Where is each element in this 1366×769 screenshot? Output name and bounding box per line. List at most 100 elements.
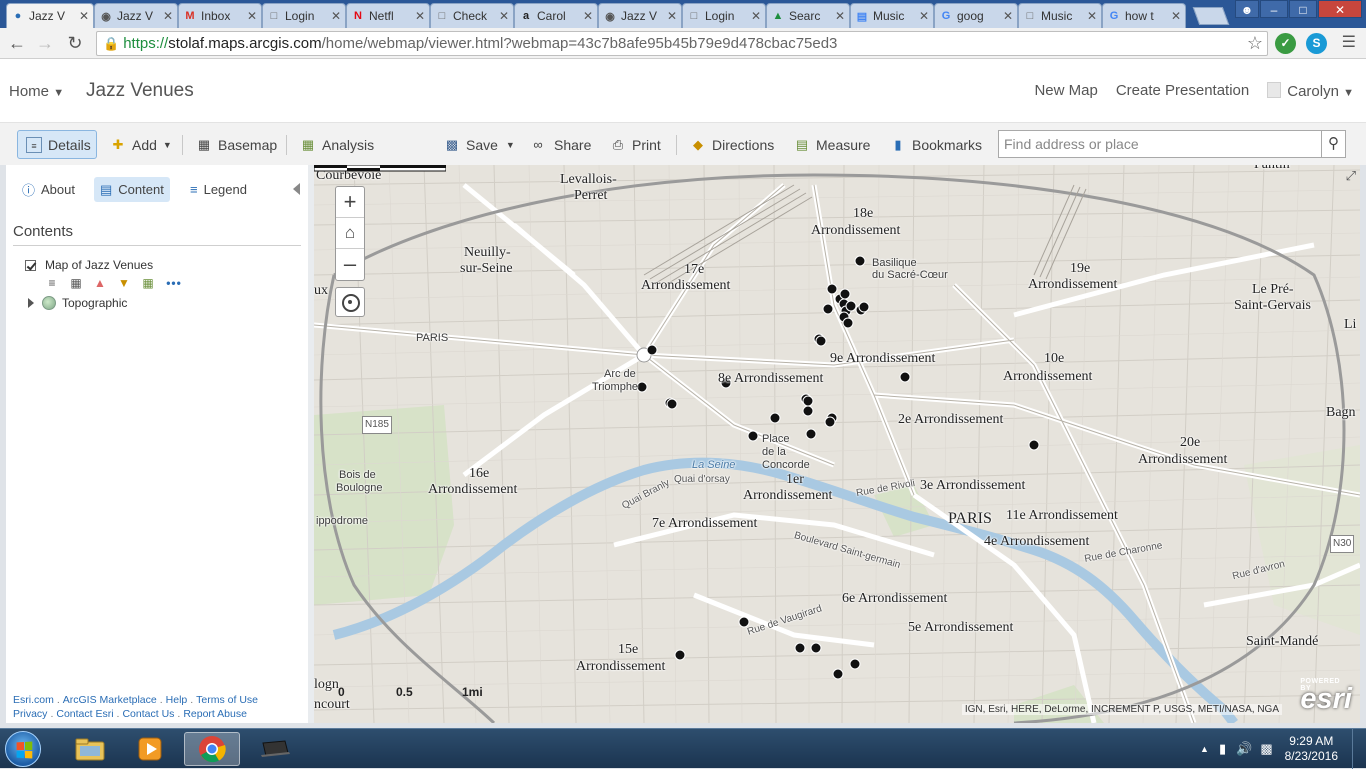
close-tab-icon[interactable]: ✕	[751, 9, 761, 23]
close-tab-icon[interactable]: ✕	[331, 9, 341, 23]
minimize-button[interactable]: –	[1260, 0, 1288, 18]
tab-about[interactable]: ⓘ About	[16, 177, 81, 202]
close-tab-icon[interactable]: ✕	[583, 9, 593, 23]
layer-visibility-checkbox[interactable]	[25, 259, 36, 271]
directions-button[interactable]: ◆ Directions	[690, 130, 774, 159]
zoom-in-button[interactable]: +	[336, 187, 364, 218]
browser-tab[interactable]: M Inbox ✕	[178, 3, 262, 28]
close-tab-icon[interactable]: ✕	[499, 9, 509, 23]
browser-tab[interactable]: Ggoog ✕	[934, 3, 1018, 28]
layer-item-jazz-venues[interactable]: Map of Jazz Venues	[25, 258, 153, 272]
back-button[interactable]: ←	[6, 33, 28, 55]
network-icon[interactable]: ▩	[1260, 741, 1272, 757]
print-button[interactable]: ⎙ Print	[610, 130, 661, 159]
collapse-panel-icon[interactable]	[293, 183, 300, 195]
terms-link[interactable]: Terms of Use	[196, 694, 258, 706]
analysis-button[interactable]: ▦ Analysis	[300, 130, 374, 159]
close-tab-icon[interactable]: ✕	[1003, 9, 1013, 23]
tab-content[interactable]: ▤ Content	[94, 177, 170, 202]
bookmark-star-icon[interactable]: ☆	[1247, 33, 1263, 54]
save-button[interactable]: ▩ Save ▼	[444, 130, 515, 159]
close-tab-icon[interactable]: ✕	[79, 9, 89, 23]
show-legend-icon[interactable]: ≡	[44, 276, 60, 290]
browser-tab[interactable]: a Carol ✕	[514, 3, 598, 28]
layer-item-topographic[interactable]: Topographic	[28, 296, 127, 310]
bookmarks-button[interactable]: ▮ Bookmarks	[890, 130, 982, 159]
close-tab-icon[interactable]: ✕	[835, 9, 845, 23]
chrome-menu-icon[interactable]: ☰	[1342, 34, 1356, 52]
skype-extension-icon[interactable]: S	[1306, 33, 1327, 54]
zoom-out-button[interactable]: –	[336, 249, 364, 280]
change-style-icon[interactable]: ▲	[92, 276, 108, 290]
browser-tab[interactable]: ● Jazz V ✕	[6, 3, 94, 28]
more-options-icon[interactable]: •••	[164, 276, 184, 290]
create-presentation-link[interactable]: Create Presentation	[1116, 82, 1249, 100]
details-button[interactable]: ≡ Details	[17, 130, 97, 159]
profile-icon[interactable]: ☻	[1235, 0, 1259, 18]
search-input[interactable]	[999, 131, 1321, 157]
close-window-button[interactable]: ✕	[1318, 0, 1362, 18]
header-actions: New Map Create Presentation Carolyn ▼	[1034, 82, 1354, 100]
battery-icon[interactable]: ▮	[1219, 741, 1226, 757]
marketplace-link[interactable]: ArcGIS Marketplace	[63, 694, 157, 706]
volume-icon[interactable]: 🔊	[1236, 741, 1252, 757]
perform-analysis-icon[interactable]: ▦	[140, 276, 156, 290]
map-view[interactable]: Courbevoie Levallois- Perret Neuilly- su…	[314, 165, 1360, 723]
close-tab-icon[interactable]: ✕	[247, 9, 257, 23]
report-abuse-link[interactable]: Report Abuse	[183, 708, 247, 720]
filter-icon[interactable]: ▼	[116, 276, 132, 290]
esri-logo[interactable]: POWERED BY esri	[1300, 678, 1352, 716]
show-hidden-icons[interactable]: ▲	[1200, 744, 1209, 754]
basemap-button[interactable]: ▦ Basemap	[196, 130, 277, 159]
browser-tab[interactable]: ▤ Music ✕	[850, 3, 934, 28]
close-tab-icon[interactable]: ✕	[1171, 9, 1181, 23]
map-title: Jazz Venues	[86, 80, 194, 101]
media-player-taskbar-button[interactable]	[122, 732, 178, 766]
privacy-link[interactable]: Privacy	[13, 708, 47, 720]
contact-esri-link[interactable]: Contact Esri	[56, 708, 113, 720]
esri-link[interactable]: Esri.com	[13, 694, 54, 706]
file-explorer-taskbar-button[interactable]	[62, 732, 118, 766]
maximize-button[interactable]: □	[1289, 0, 1317, 18]
show-table-icon[interactable]: ▦	[68, 276, 84, 290]
user-menu[interactable]: Carolyn ▼	[1267, 82, 1354, 100]
forward-button[interactable]: →	[34, 33, 56, 55]
expand-map-icon[interactable]: ⤢	[1346, 168, 1356, 184]
new-map-link[interactable]: New Map	[1034, 82, 1097, 100]
browser-tab[interactable]: Ghow t ✕	[1102, 3, 1186, 28]
share-button[interactable]: ∞ Share	[528, 130, 591, 159]
reload-button[interactable]: ↻	[64, 33, 86, 55]
close-tab-icon[interactable]: ✕	[667, 9, 677, 23]
close-tab-icon[interactable]: ✕	[1087, 9, 1097, 23]
browser-tab[interactable]: □ Login ✕	[262, 3, 346, 28]
locate-button[interactable]	[335, 287, 365, 317]
browser-tab[interactable]: □ Music ✕	[1018, 3, 1102, 28]
home-extent-button[interactable]: ⌂	[336, 218, 364, 249]
tab-title: Music	[1041, 9, 1073, 23]
close-tab-icon[interactable]: ✕	[919, 9, 929, 23]
browser-tab[interactable]: ◉ Jazz V ✕	[598, 3, 682, 28]
tab-legend[interactable]: ≡ Legend	[184, 177, 253, 202]
add-button[interactable]: ✚ Add ▼	[110, 130, 172, 159]
browser-tab[interactable]: N Netfl ✕	[346, 3, 430, 28]
home-menu[interactable]: Home ▼	[9, 83, 64, 100]
close-tab-icon[interactable]: ✕	[163, 9, 173, 23]
browser-tab[interactable]: □ Check ✕	[430, 3, 514, 28]
browser-tab[interactable]: ▲ Searc ✕	[766, 3, 850, 28]
clock[interactable]: 9:29 AM 8/23/2016	[1285, 734, 1338, 764]
help-link[interactable]: Help	[166, 694, 188, 706]
browser-tab[interactable]: □ Login ✕	[682, 3, 766, 28]
measure-button[interactable]: ▤ Measure	[794, 130, 871, 159]
chrome-taskbar-button[interactable]	[184, 732, 240, 766]
expand-icon[interactable]	[28, 298, 34, 308]
search-icon[interactable]: ⚲	[1321, 131, 1345, 157]
extension-check-icon[interactable]: ✓	[1275, 33, 1296, 54]
start-button[interactable]	[5, 731, 41, 767]
show-desktop-button[interactable]	[1352, 729, 1366, 769]
contact-us-link[interactable]: Contact Us	[122, 708, 174, 720]
url-bar[interactable]: 🔒 https://stolaf.maps.arcgis.com/home/we…	[96, 31, 1268, 56]
vaio-taskbar-button[interactable]	[246, 732, 302, 766]
new-tab-button[interactable]	[1192, 7, 1230, 25]
browser-tab[interactable]: ◉ Jazz V ✕	[94, 3, 178, 28]
close-tab-icon[interactable]: ✕	[415, 9, 425, 23]
